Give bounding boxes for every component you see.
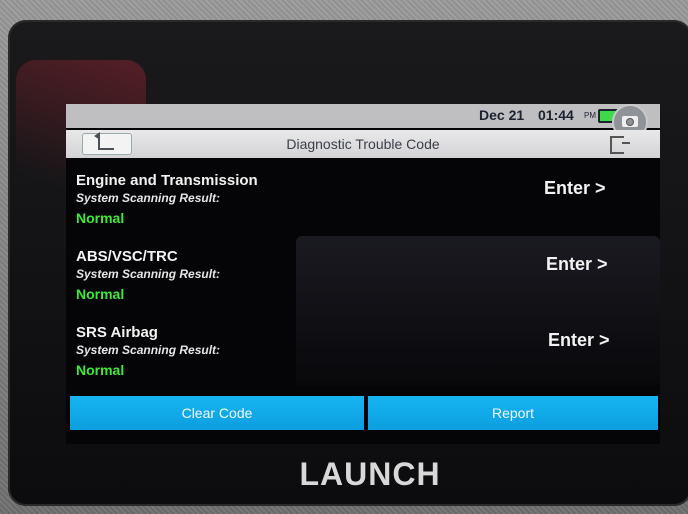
- status-bar: Dec 21 01:44 PM: [66, 104, 660, 140]
- status-ampm: PM: [584, 111, 596, 120]
- action-bar: Clear Code Report: [70, 396, 658, 434]
- exit-button[interactable]: [606, 133, 632, 155]
- scan-result: Normal: [76, 362, 125, 378]
- page-title: Diagnostic Trouble Code: [286, 136, 440, 152]
- clear-code-button[interactable]: Clear Code: [70, 396, 364, 430]
- system-row-srs: SRS Airbag System Scanning Result: Norma…: [76, 324, 646, 396]
- scan-label: System Scanning Result:: [76, 267, 221, 281]
- exit-icon: [610, 136, 630, 154]
- system-name: ABS/VSC/TRC: [76, 248, 178, 265]
- scan-result: Normal: [76, 286, 125, 302]
- scan-result: Normal: [76, 210, 125, 226]
- enter-button-srs[interactable]: Enter >: [548, 330, 648, 356]
- status-date: Dec 21: [479, 107, 525, 123]
- brand-logo: LAUNCH: [299, 456, 441, 492]
- device-screen: Dec 21 01:44 PM Diagnostic Trouble Code …: [66, 104, 660, 444]
- enter-button-engine[interactable]: Enter >: [544, 178, 644, 204]
- enter-button-abs[interactable]: Enter >: [546, 254, 646, 280]
- status-time: 01:44: [538, 107, 574, 123]
- report-button[interactable]: Report: [368, 396, 658, 430]
- system-row-abs: ABS/VSC/TRC System Scanning Result: Norm…: [76, 248, 646, 320]
- scan-label: System Scanning Result:: [76, 191, 221, 205]
- system-name: SRS Airbag: [76, 324, 158, 341]
- system-row-engine: Engine and Transmission System Scanning …: [76, 172, 646, 244]
- scan-label: System Scanning Result:: [76, 343, 221, 357]
- title-bar: Diagnostic Trouble Code: [66, 130, 660, 158]
- system-name: Engine and Transmission: [76, 172, 258, 189]
